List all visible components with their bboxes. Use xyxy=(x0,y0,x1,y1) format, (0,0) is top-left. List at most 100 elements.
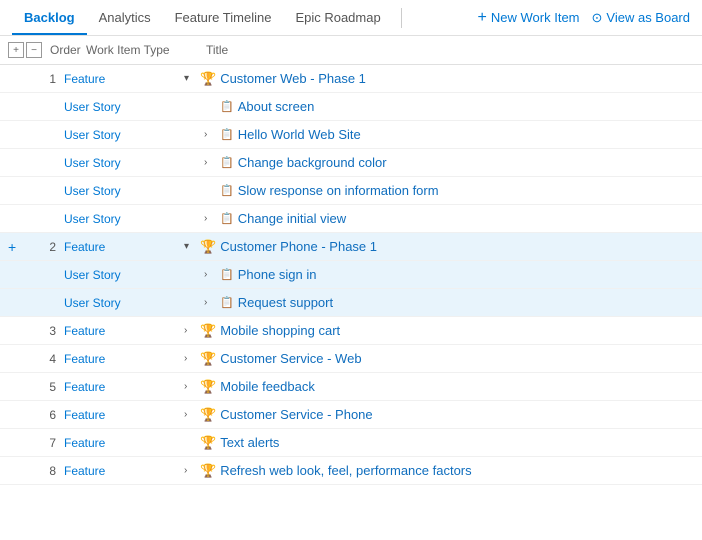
row-type[interactable]: User Story xyxy=(64,184,184,198)
row-title: › 🏆 Mobile feedback xyxy=(184,379,694,395)
trophy-icon: 🏆 xyxy=(200,435,216,451)
trophy-icon: 🏆 xyxy=(200,407,216,423)
row-type[interactable]: User Story xyxy=(64,100,184,114)
title-text[interactable]: About screen xyxy=(238,99,315,114)
order-header: Order xyxy=(50,43,86,57)
table-row: 4 Feature › 🏆 Customer Service - Web xyxy=(0,345,702,373)
table-rows: 1 Feature ▾ 🏆 Customer Web - Phase 1 Use… xyxy=(0,65,702,485)
title-text[interactable]: Change initial view xyxy=(238,211,346,226)
row-type[interactable]: Feature xyxy=(64,72,184,86)
row-type[interactable]: User Story xyxy=(64,156,184,170)
row-title: ▾ 🏆 Customer Web - Phase 1 xyxy=(184,71,694,87)
title-text[interactable]: Customer Phone - Phase 1 xyxy=(220,239,377,254)
chevron-icon: › xyxy=(204,269,216,280)
row-title: ▾ 🏆 Customer Phone - Phase 1 xyxy=(184,239,694,255)
row-type[interactable]: Feature xyxy=(64,240,184,254)
book-icon: 📋 xyxy=(220,296,234,309)
row-type[interactable]: Feature xyxy=(64,352,184,366)
board-icon: ⊙ xyxy=(592,10,603,26)
row-type[interactable]: User Story xyxy=(64,212,184,226)
row-type[interactable]: Feature xyxy=(64,464,184,478)
book-icon: 📋 xyxy=(220,100,234,113)
chevron-icon: › xyxy=(204,157,216,168)
row-order: 2 xyxy=(28,240,64,254)
row-order: 6 xyxy=(28,408,64,422)
row-title: › 🏆 Customer Service - Phone xyxy=(184,407,694,423)
row-title: 🏆 Text alerts xyxy=(184,435,694,451)
chevron-icon: › xyxy=(204,129,216,140)
book-icon: 📋 xyxy=(220,268,234,281)
table-row: 1 Feature ▾ 🏆 Customer Web - Phase 1 xyxy=(0,65,702,93)
new-work-item-button[interactable]: + New Work Item xyxy=(478,9,580,27)
row-title: › 📋 Hello World Web Site xyxy=(204,127,694,142)
tab-backlog[interactable]: Backlog xyxy=(12,2,87,35)
tab-epic-roadmap[interactable]: Epic Roadmap xyxy=(283,2,392,35)
trophy-icon: 🏆 xyxy=(200,71,216,87)
table-row: User Story › 📋 Change initial view xyxy=(0,205,702,233)
row-title: › 📋 Phone sign in xyxy=(204,267,694,282)
row-type[interactable]: User Story xyxy=(64,128,184,142)
row-order: 4 xyxy=(28,352,64,366)
row-title: 📋 Slow response on information form xyxy=(204,183,694,198)
chevron-icon: ▾ xyxy=(184,241,196,252)
title-text[interactable]: Slow response on information form xyxy=(238,183,439,198)
chevron-icon: › xyxy=(204,213,216,224)
row-order: 3 xyxy=(28,324,64,338)
title-text[interactable]: Change background color xyxy=(238,155,387,170)
table-container: + − Order Work Item Type Title 1 Feature… xyxy=(0,36,702,485)
table-row: 5 Feature › 🏆 Mobile feedback xyxy=(0,373,702,401)
row-order: 1 xyxy=(28,72,64,86)
trophy-icon: 🏆 xyxy=(200,239,216,255)
table-row: User Story › 📋 Hello World Web Site xyxy=(0,121,702,149)
table-row: User Story › 📋 Change background color xyxy=(0,149,702,177)
table-row: User Story › 📋 Phone sign in xyxy=(0,261,702,289)
chevron-icon: › xyxy=(184,381,196,392)
row-order: 5 xyxy=(28,380,64,394)
row-title: › 📋 Change background color xyxy=(204,155,694,170)
title-text[interactable]: Customer Web - Phase 1 xyxy=(220,71,366,86)
title-text[interactable]: Customer Service - Phone xyxy=(220,407,372,422)
chevron-icon: › xyxy=(204,297,216,308)
book-icon: 📋 xyxy=(220,184,234,197)
row-type[interactable]: Feature xyxy=(64,436,184,450)
trophy-icon: 🏆 xyxy=(200,323,216,339)
table-row: 8 Feature › 🏆 Refresh web look, feel, pe… xyxy=(0,457,702,485)
tab-feature-timeline[interactable]: Feature Timeline xyxy=(163,2,284,35)
expand-all-button[interactable]: + xyxy=(8,42,24,58)
chevron-icon: ▾ xyxy=(184,73,196,84)
expand-collapse-controls: + − xyxy=(8,42,42,58)
plus-icon: + xyxy=(478,9,487,27)
view-as-board-button[interactable]: ⊙ View as Board xyxy=(592,10,691,26)
chevron-icon: › xyxy=(184,325,196,336)
title-text[interactable]: Text alerts xyxy=(220,435,279,450)
title-text[interactable]: Mobile feedback xyxy=(220,379,315,394)
row-type[interactable]: User Story xyxy=(64,296,184,310)
row-title: › 📋 Request support xyxy=(204,295,694,310)
row-type[interactable]: User Story xyxy=(64,268,184,282)
nav-bar: Backlog Analytics Feature Timeline Epic … xyxy=(0,0,702,36)
row-title: › 📋 Change initial view xyxy=(204,211,694,226)
title-text[interactable]: Request support xyxy=(238,295,333,310)
title-text[interactable]: Customer Service - Web xyxy=(220,351,361,366)
title-text[interactable]: Phone sign in xyxy=(238,267,317,282)
title-text[interactable]: Mobile shopping cart xyxy=(220,323,340,338)
table-row: 7 Feature 🏆 Text alerts xyxy=(0,429,702,457)
chevron-icon: › xyxy=(184,409,196,420)
nav-actions: + New Work Item ⊙ View as Board xyxy=(478,9,690,27)
add-row-button[interactable]: + xyxy=(8,239,28,255)
row-type[interactable]: Feature xyxy=(64,408,184,422)
row-type[interactable]: Feature xyxy=(64,380,184,394)
trophy-icon: 🏆 xyxy=(200,379,216,395)
table-row: 3 Feature › 🏆 Mobile shopping cart xyxy=(0,317,702,345)
trophy-icon: 🏆 xyxy=(200,351,216,367)
title-text[interactable]: Hello World Web Site xyxy=(238,127,361,142)
collapse-all-button[interactable]: − xyxy=(26,42,42,58)
row-title: 📋 About screen xyxy=(204,99,694,114)
chevron-icon: › xyxy=(184,465,196,476)
table-row: + 2 Feature ▾ 🏆 Customer Phone - Phase 1 xyxy=(0,233,702,261)
title-text[interactable]: Refresh web look, feel, performance fact… xyxy=(220,463,471,478)
nav-divider xyxy=(401,8,402,28)
row-type[interactable]: Feature xyxy=(64,324,184,338)
row-title: › 🏆 Refresh web look, feel, performance … xyxy=(184,463,694,479)
tab-analytics[interactable]: Analytics xyxy=(87,2,163,35)
